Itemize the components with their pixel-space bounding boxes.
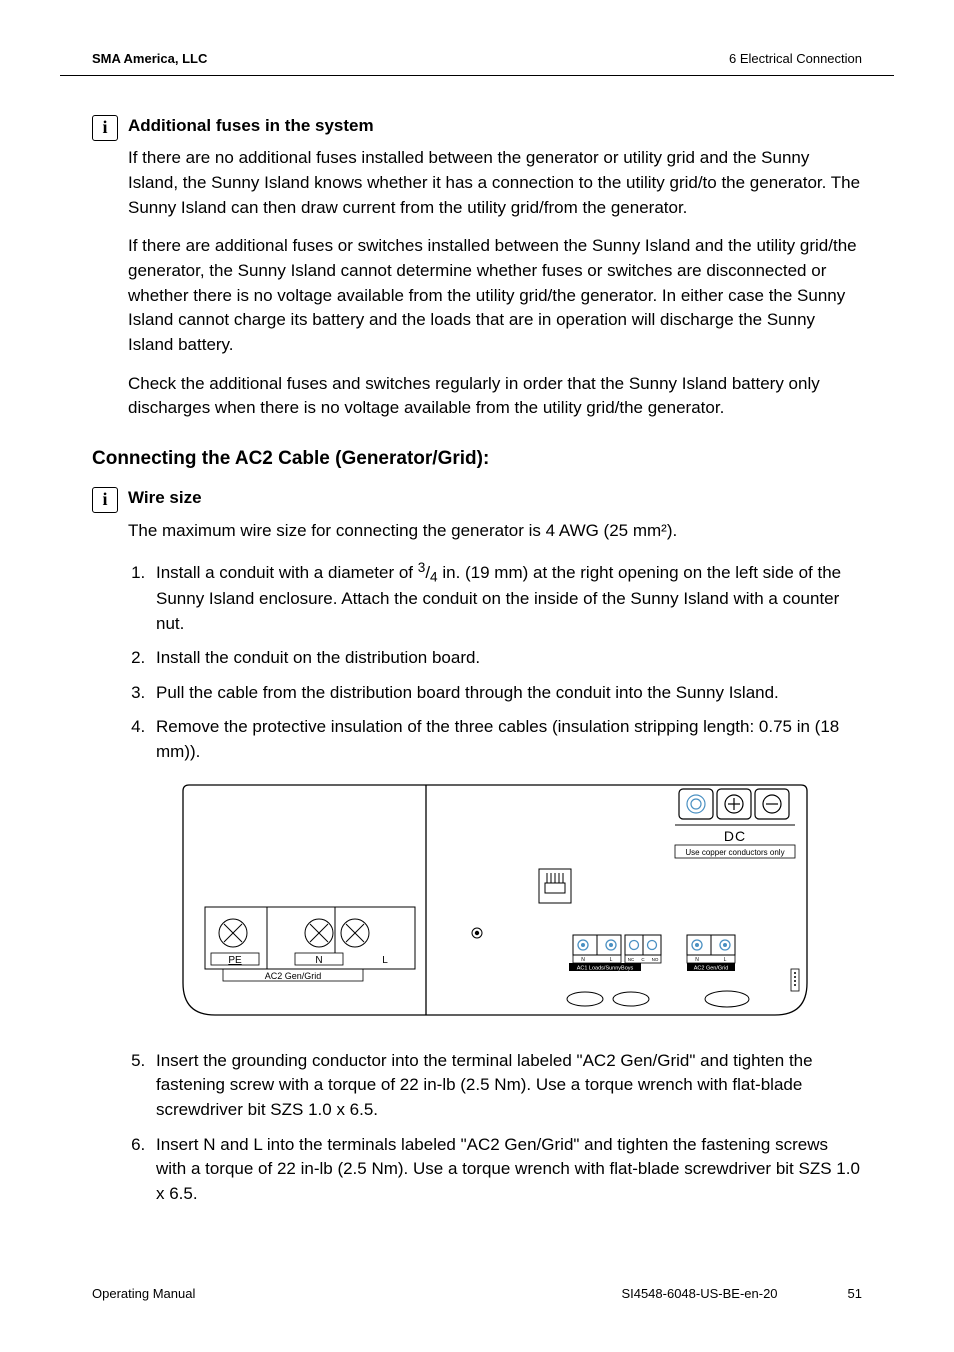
label-pe: PE [228, 955, 242, 966]
label-ac2-block: AC2 Gen/Grid [694, 965, 729, 971]
label-tiny-no: NO [652, 957, 659, 962]
step-4: Remove the protective insulation of the … [150, 715, 862, 764]
label-l: L [382, 955, 388, 966]
wiring-diagram: PE N L AC2 Gen/Grid [128, 783, 862, 1023]
note1-p2: If there are additional fuses or switche… [128, 234, 862, 357]
label-tiny-n2: N [695, 957, 699, 963]
step-6: Insert N and L into the terminals labele… [150, 1133, 862, 1207]
info-heading-wire: Wire size [128, 486, 862, 511]
step-1-a: Install a conduit with a diameter of [156, 563, 418, 582]
header-section: 6 Electrical Connection [729, 50, 862, 69]
info-body: Wire size The maximum wire size for conn… [128, 486, 862, 1216]
footer-doc-id: SI4548-6048-US-BE-en-20 [621, 1285, 777, 1304]
info-heading-fuses: Additional fuses in the system [128, 114, 862, 139]
info-note-wire: i Wire size The maximum wire size for co… [92, 486, 862, 1216]
label-tiny-c: C [641, 957, 645, 962]
frac-den: 4 [430, 569, 438, 584]
label-tiny-l: L [610, 957, 613, 963]
info-icon: i [92, 487, 118, 513]
steps-list: Install a conduit with a diameter of 3/4… [128, 558, 862, 765]
step-2: Install the conduit on the distribution … [150, 646, 862, 671]
note1-p1: If there are no additional fuses install… [128, 146, 862, 220]
footer-right: SI4548-6048-US-BE-en-20 51 [621, 1285, 862, 1304]
footer-page-number: 51 [848, 1285, 862, 1304]
page-content: i Additional fuses in the system If ther… [60, 114, 894, 1217]
footer-left: Operating Manual [92, 1285, 195, 1304]
info-icon: i [92, 115, 118, 141]
page-footer: Operating Manual SI4548-6048-US-BE-en-20… [60, 1285, 894, 1304]
label-ac2: AC2 Gen/Grid [265, 971, 322, 981]
wiring-diagram-svg: PE N L AC2 Gen/Grid [175, 783, 815, 1023]
step-3: Pull the cable from the distribution boa… [150, 681, 862, 706]
label-tiny-n: N [581, 957, 585, 963]
page-header: SMA America, LLC 6 Electrical Connection [60, 50, 894, 76]
label-copper: Use copper conductors only [685, 848, 784, 857]
steps-list-cont: Insert the grounding conductor into the … [128, 1049, 862, 1207]
step-5: Insert the grounding conductor into the … [150, 1049, 862, 1123]
label-dc: DC [724, 828, 746, 844]
info-note-fuses: i Additional fuses in the system If ther… [92, 114, 862, 435]
label-tiny-l2: L [724, 957, 727, 963]
fraction-3-4: 3/4 [418, 563, 438, 582]
label-n: N [315, 955, 322, 966]
note1-p3: Check the additional fuses and switches … [128, 372, 862, 421]
header-company: SMA America, LLC [92, 50, 207, 69]
step-1: Install a conduit with a diameter of 3/4… [150, 558, 862, 636]
label-ac1-block: AC1 Loads/SunnyBoys [577, 965, 634, 971]
section-heading-ac2: Connecting the AC2 Cable (Generator/Grid… [92, 445, 862, 473]
note2-p1: The maximum wire size for connecting the… [128, 519, 862, 544]
label-tiny-nc: NC [628, 957, 635, 962]
info-body: Additional fuses in the system If there … [128, 114, 862, 435]
